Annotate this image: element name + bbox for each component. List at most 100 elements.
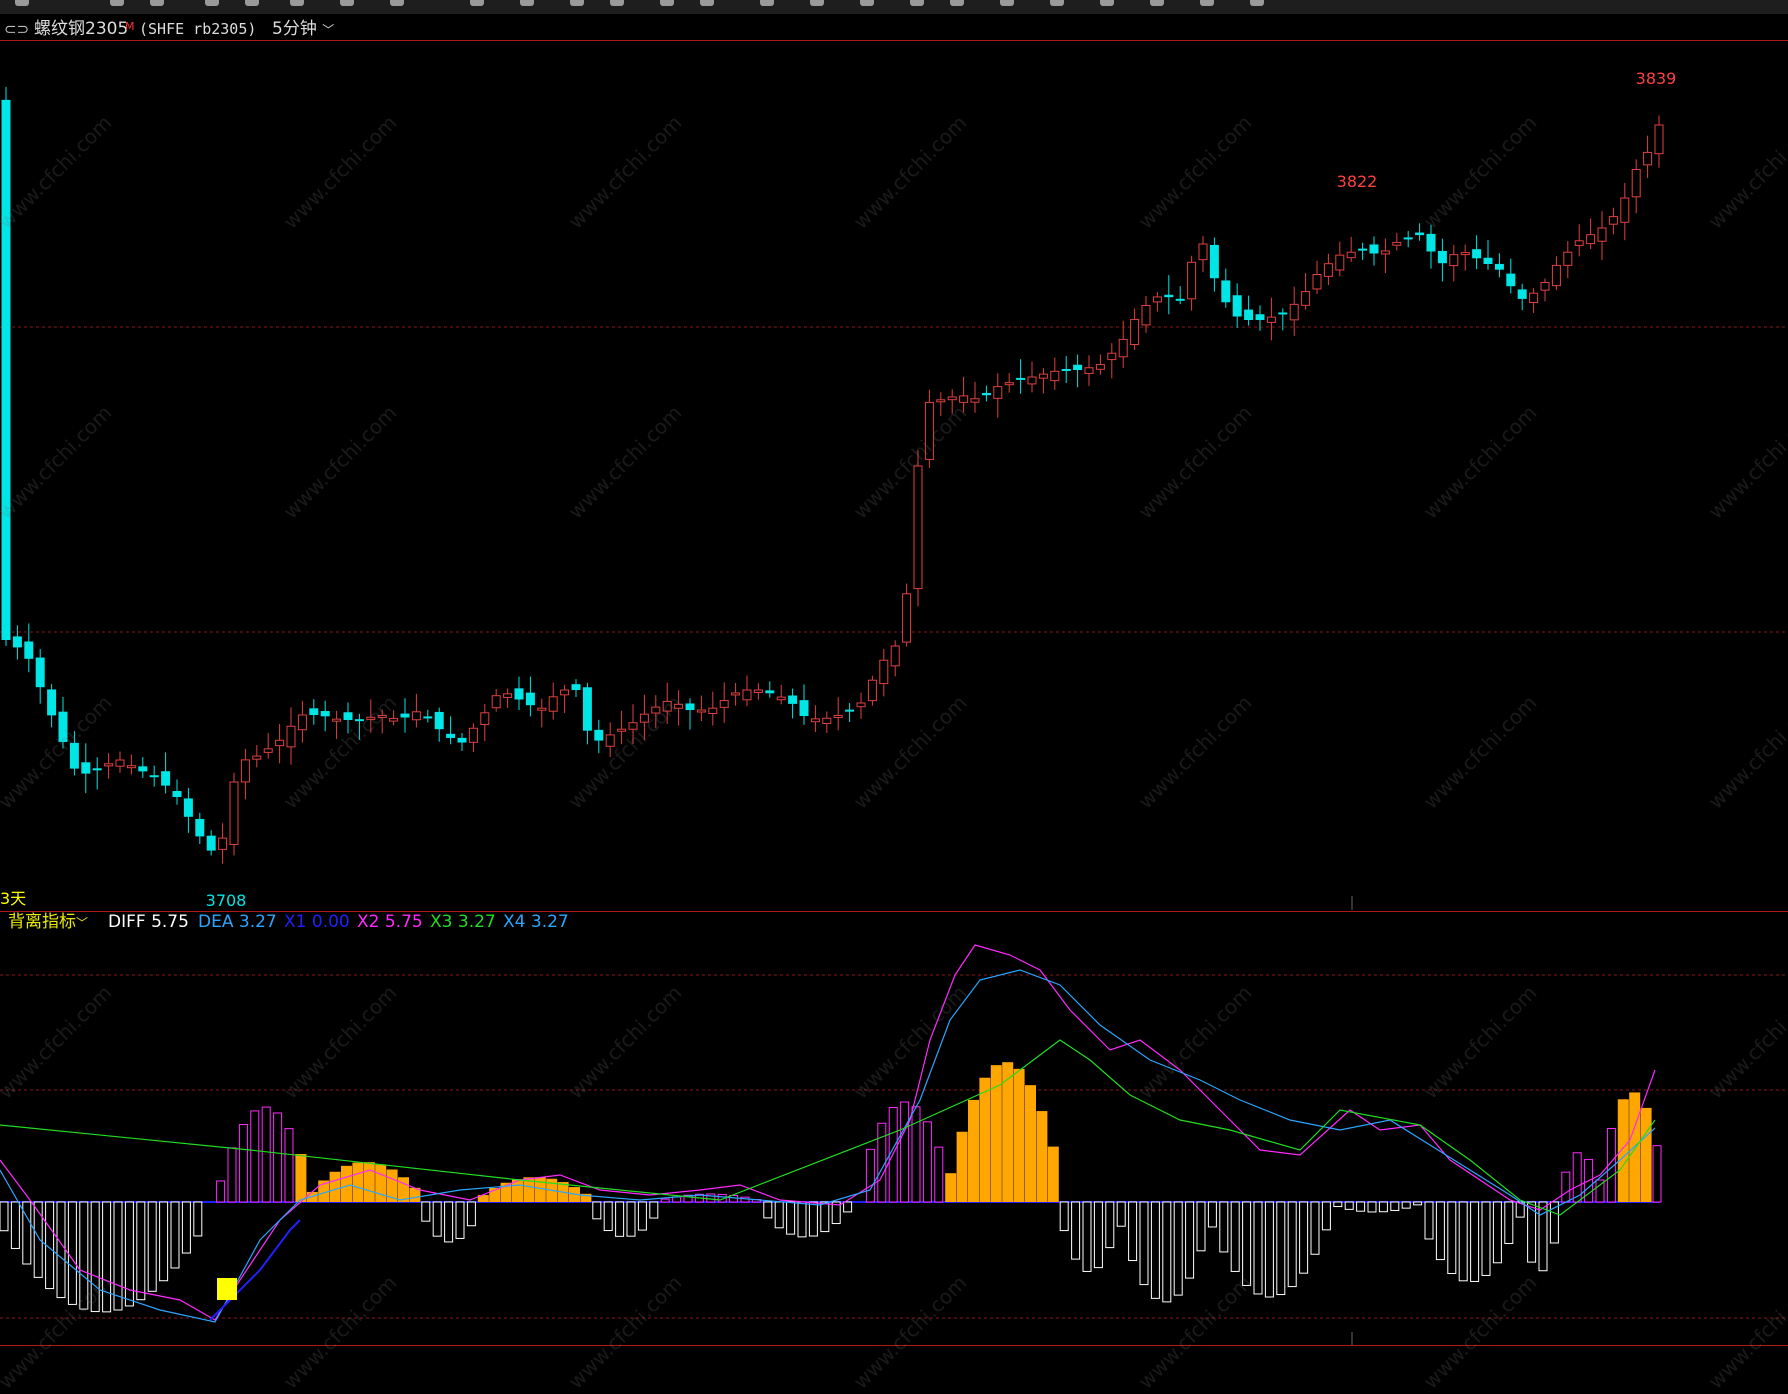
candle-body — [879, 659, 889, 685]
candle-body — [35, 657, 45, 688]
days-label: 3天 — [0, 889, 26, 908]
macd-bar — [466, 1201, 476, 1227]
candle-body — [81, 762, 91, 774]
macd-bar — [90, 1201, 100, 1313]
candle-body — [491, 695, 501, 709]
candle-body — [651, 706, 661, 714]
x1-line — [209, 1219, 301, 1321]
candle-body — [1346, 251, 1356, 259]
candle-body — [149, 775, 159, 778]
candle-body — [594, 729, 604, 741]
candle-body — [1494, 263, 1504, 270]
macd-bar — [136, 1201, 146, 1301]
macd-bar — [238, 1124, 248, 1203]
chart-canvas[interactable]: 3839 3822 3708 3天 — [0, 0, 1788, 1357]
macd-bar — [1310, 1201, 1320, 1255]
candle-body — [115, 759, 125, 767]
candle-body — [742, 689, 752, 701]
candle-body — [1358, 248, 1368, 251]
macd-bar — [352, 1162, 364, 1202]
candle-body — [480, 712, 490, 725]
macd-bar — [1230, 1201, 1240, 1272]
candle-body — [1255, 314, 1265, 320]
macd-bar — [1219, 1201, 1229, 1253]
candle-body — [936, 399, 946, 403]
macd-bar — [786, 1201, 796, 1235]
candle-body — [1392, 241, 1402, 246]
indicator-name[interactable]: 背离指标﹀ — [8, 912, 88, 933]
macd-bar — [273, 1112, 283, 1203]
candle-body — [172, 790, 182, 797]
candle-body — [1073, 364, 1083, 370]
candle-body — [1586, 234, 1596, 245]
candle-body — [1152, 296, 1162, 303]
candle-body — [833, 714, 843, 718]
x3-legend: X3 3.27 — [430, 912, 496, 932]
macd-bar — [375, 1164, 387, 1202]
candle-body — [1221, 280, 1231, 303]
macd-bar — [113, 1201, 123, 1311]
candle-body — [845, 709, 855, 712]
candle-body — [1266, 316, 1276, 323]
candle-body — [366, 716, 376, 720]
macd-bar — [1561, 1171, 1571, 1203]
macd-bar — [797, 1201, 807, 1238]
macd-bar — [147, 1201, 157, 1292]
macd-bar — [170, 1201, 180, 1269]
candle-body — [708, 707, 718, 715]
candle-body — [354, 719, 364, 722]
candle-body — [1369, 244, 1379, 254]
macd-bar — [1333, 1201, 1343, 1208]
macd-bar — [444, 1201, 454, 1243]
macd-bar — [979, 1077, 991, 1202]
macd-bar — [10, 1201, 20, 1249]
dea-line — [0, 969, 1656, 1323]
macd-bar — [1047, 1146, 1059, 1202]
candle-body — [423, 716, 433, 719]
candle-body — [970, 398, 980, 403]
candle-body — [252, 755, 262, 760]
candle-body — [571, 684, 581, 690]
macd-bar — [763, 1201, 773, 1219]
macd-bar — [820, 1201, 830, 1233]
candle-body — [104, 763, 114, 767]
macd-bar — [284, 1128, 294, 1203]
macd-bar — [1025, 1085, 1036, 1202]
candle-body — [446, 733, 456, 738]
candle-body — [810, 718, 820, 723]
candle-body — [799, 700, 809, 716]
candle-body — [309, 708, 319, 715]
candle-body — [1016, 377, 1026, 380]
macd-bar — [1196, 1201, 1206, 1252]
macd-bar — [1344, 1201, 1354, 1210]
candle-body — [1175, 298, 1185, 301]
macd-bar — [1185, 1201, 1195, 1279]
macd-bar — [1378, 1201, 1388, 1213]
x2-line — [0, 944, 1656, 1321]
macd-bar — [1652, 1145, 1662, 1203]
candle-body — [1164, 294, 1174, 298]
macd-bar — [1036, 1111, 1048, 1202]
candle-body — [240, 759, 250, 783]
macd-bar — [1424, 1201, 1434, 1240]
macd-bar — [1435, 1201, 1445, 1261]
candle-body — [1038, 373, 1048, 379]
candle-body — [434, 711, 444, 730]
macd-bar — [1128, 1201, 1138, 1262]
candle-body — [628, 722, 638, 730]
macd-bar — [1356, 1201, 1366, 1212]
macd-bar — [250, 1110, 260, 1203]
macd-bar — [945, 1173, 957, 1202]
candle-body — [548, 696, 558, 712]
macd-bar — [1116, 1201, 1126, 1227]
macd-bar — [193, 1201, 203, 1237]
candle-body — [765, 690, 775, 694]
candle-body — [1084, 367, 1094, 374]
macd-bar — [592, 1201, 602, 1220]
macd-bar — [922, 1121, 932, 1203]
candle-body — [1608, 216, 1618, 225]
candle-body — [1130, 318, 1140, 345]
macd-bar — [261, 1106, 271, 1203]
candle-body — [1095, 364, 1105, 370]
candle-body — [24, 641, 34, 659]
